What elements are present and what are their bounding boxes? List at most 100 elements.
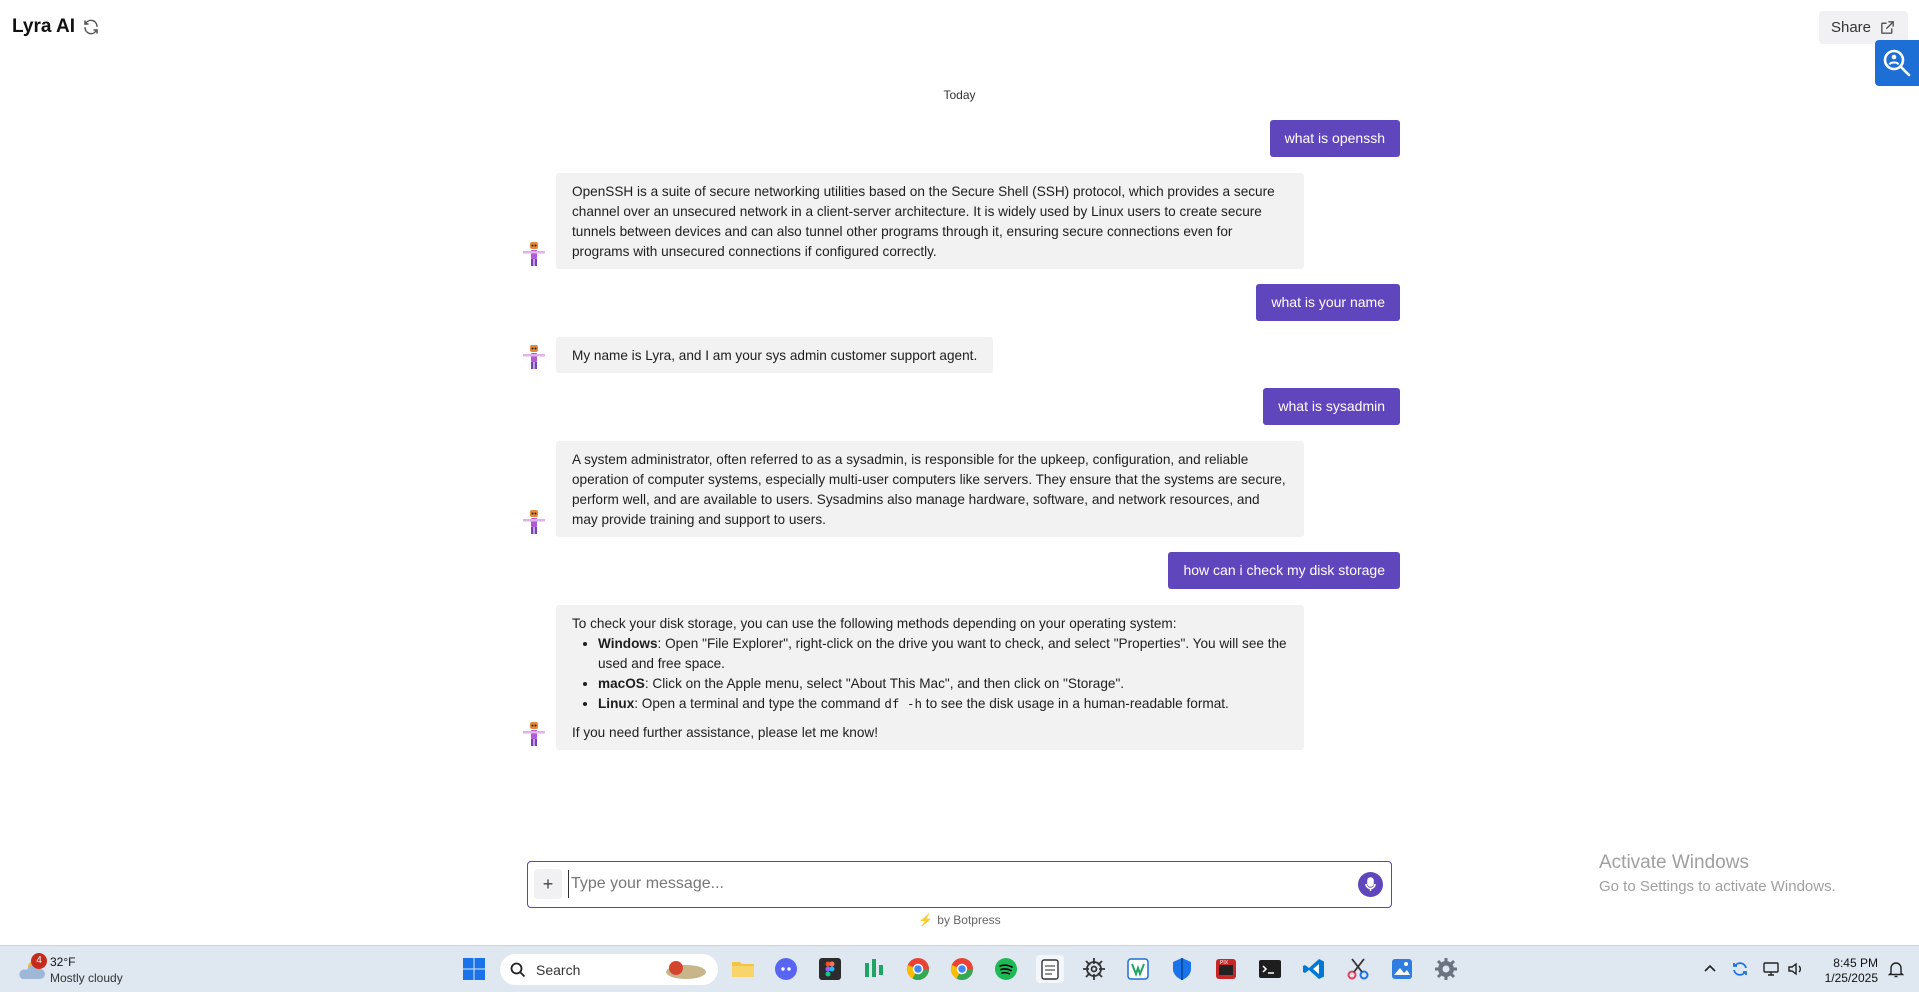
chevron-up-icon[interactable] — [1701, 960, 1719, 978]
taskbar-chrome-profile-1[interactable] — [904, 955, 932, 983]
list-item-label: macOS — [598, 676, 645, 691]
taskbar-chrome-profile-2[interactable] — [948, 955, 976, 983]
taskbar-terminal[interactable] — [1256, 955, 1284, 983]
taskbar-clock[interactable]: 8:45 PM 1/25/2025 — [1812, 956, 1878, 986]
powered-by[interactable]: ⚡ by Botpress — [0, 913, 1919, 927]
sync-icon[interactable] — [1731, 960, 1749, 978]
taskbar-settings-wheel[interactable] — [1080, 955, 1108, 983]
app-title: Lyra AI — [12, 16, 76, 37]
volume-icon[interactable] — [1786, 960, 1804, 978]
bot-message: My name is Lyra, and I am your sys admin… — [556, 337, 994, 373]
message-composer: + — [527, 861, 1392, 908]
bot-avatar — [521, 508, 547, 536]
robot-avatar-icon — [523, 722, 545, 746]
taskbar-discord[interactable] — [772, 955, 800, 983]
taskbar-paint[interactable] — [1388, 955, 1416, 983]
user-message: what is sysadmin — [1263, 388, 1400, 425]
powered-by-label: by Botpress — [937, 913, 1001, 927]
media-app-icon: PIX — [1216, 959, 1236, 979]
message-input[interactable] — [568, 870, 1328, 898]
taskbar-vscode[interactable] — [1300, 955, 1328, 983]
list-item-text: : Click on the Apple menu, select "About… — [644, 676, 1125, 691]
clock-time: 8:45 PM — [1833, 956, 1878, 970]
chat-app: Lyra AI Share Today what is openssh Open… — [0, 0, 1919, 992]
folder-icon — [732, 962, 754, 977]
search-label: Search — [536, 961, 581, 978]
helm-icon — [1083, 958, 1105, 980]
taskbar-notepad[interactable] — [1036, 955, 1064, 983]
microphone-button[interactable] — [1358, 872, 1383, 897]
start-button[interactable] — [460, 955, 488, 983]
taskbar-settings[interactable] — [1432, 955, 1460, 983]
list-item-text: : Open "File Explorer", right-click on t… — [598, 636, 1287, 671]
method-list: Windows: Open "File Explorer", right-cli… — [572, 634, 1288, 714]
bot-message: To check your disk storage, you can use … — [556, 605, 1304, 750]
taskbar-search[interactable]: Search — [500, 954, 718, 985]
robot-avatar-icon — [523, 345, 545, 369]
list-item: Linux: Open a terminal and type the comm… — [598, 694, 1288, 714]
header-bar: Lyra AI Share — [0, 0, 1919, 56]
figma-icon — [819, 958, 841, 980]
taskbar-figma[interactable] — [816, 955, 844, 983]
bot-message: OpenSSH is a suite of secure networking … — [556, 173, 1304, 269]
weather-condition: Mostly cloudy — [50, 971, 123, 985]
taskbar-trading-app[interactable] — [860, 955, 888, 983]
share-button-label: Share — [1830, 19, 1872, 36]
magnifier-person-icon — [1883, 49, 1911, 77]
taskbar-snipping-tool[interactable] — [1344, 955, 1372, 983]
search-icon — [510, 962, 526, 977]
list-item-label: Windows — [598, 636, 658, 651]
taskbar-media-app[interactable]: PIX — [1212, 955, 1240, 983]
taskbar-defender[interactable] — [1168, 955, 1196, 983]
discord-icon — [775, 958, 797, 980]
watermark-subtitle: Go to Settings to activate Windows. — [1599, 878, 1836, 895]
taskbar-spotify[interactable] — [992, 955, 1020, 983]
list-item-label: Linux — [598, 696, 635, 711]
shield-icon — [1173, 958, 1191, 980]
candlestick-icon — [865, 959, 883, 977]
robot-avatar-icon — [523, 242, 545, 266]
chrome-icon — [950, 958, 973, 980]
network-icon[interactable] — [1762, 960, 1780, 978]
user-message: what is openssh — [1269, 120, 1400, 157]
photo-app-icon — [1392, 959, 1412, 979]
inline-code: df -h — [884, 696, 923, 711]
refresh-icon[interactable] — [82, 18, 100, 36]
weather-badge: 4 — [31, 953, 47, 969]
taskbar-file-explorer[interactable] — [729, 955, 757, 983]
robot-avatar-icon — [523, 510, 545, 534]
vscode-icon — [1303, 959, 1324, 979]
list-item: macOS: Click on the Apple menu, select "… — [598, 674, 1288, 694]
weather-temp: 32°F — [50, 955, 76, 969]
bot-avatar — [521, 343, 547, 371]
vs-app-icon — [1127, 958, 1149, 980]
user-message: what is your name — [1256, 284, 1400, 321]
list-item-text: to see the disk usage in a human-readabl… — [922, 696, 1229, 711]
taskbar: 4 32°F Mostly cloudy Search PIX 8:45 PM … — [0, 945, 1919, 992]
windows-logo-icon — [463, 958, 485, 980]
bolt-icon: ⚡ — [918, 913, 934, 927]
attach-button[interactable]: + — [534, 869, 562, 899]
notepad-icon — [1041, 959, 1059, 980]
search-highlight-icon — [666, 960, 706, 979]
watermark-title: Activate Windows — [1599, 852, 1749, 873]
magnifier-widget[interactable] — [1875, 40, 1919, 86]
user-message: how can i check my disk storage — [1168, 552, 1400, 589]
gear-icon — [1435, 958, 1457, 980]
chrome-icon — [906, 958, 929, 980]
terminal-icon — [1259, 960, 1281, 978]
taskbar-visual-studio-app[interactable] — [1124, 955, 1152, 983]
bot-avatar — [521, 720, 547, 748]
notification-bell-icon[interactable] — [1888, 960, 1904, 978]
bot-message-intro: To check your disk storage, you can use … — [572, 616, 1177, 631]
scissors-icon — [1347, 958, 1369, 980]
bot-message: A system administrator, often referred t… — [556, 441, 1304, 537]
bot-message-outro: If you need further assistance, please l… — [572, 725, 879, 740]
bot-avatar — [521, 240, 547, 268]
list-item: Windows: Open "File Explorer", right-cli… — [598, 634, 1288, 674]
activate-windows-watermark: Activate Windows Go to Settings to activ… — [1599, 852, 1836, 895]
spotify-icon — [995, 958, 1017, 980]
svg-text:PIX: PIX — [1220, 960, 1229, 966]
list-item-text: : Open a terminal and type the command — [634, 696, 885, 711]
weather-widget[interactable]: 4 32°F Mostly cloudy — [16, 953, 136, 987]
